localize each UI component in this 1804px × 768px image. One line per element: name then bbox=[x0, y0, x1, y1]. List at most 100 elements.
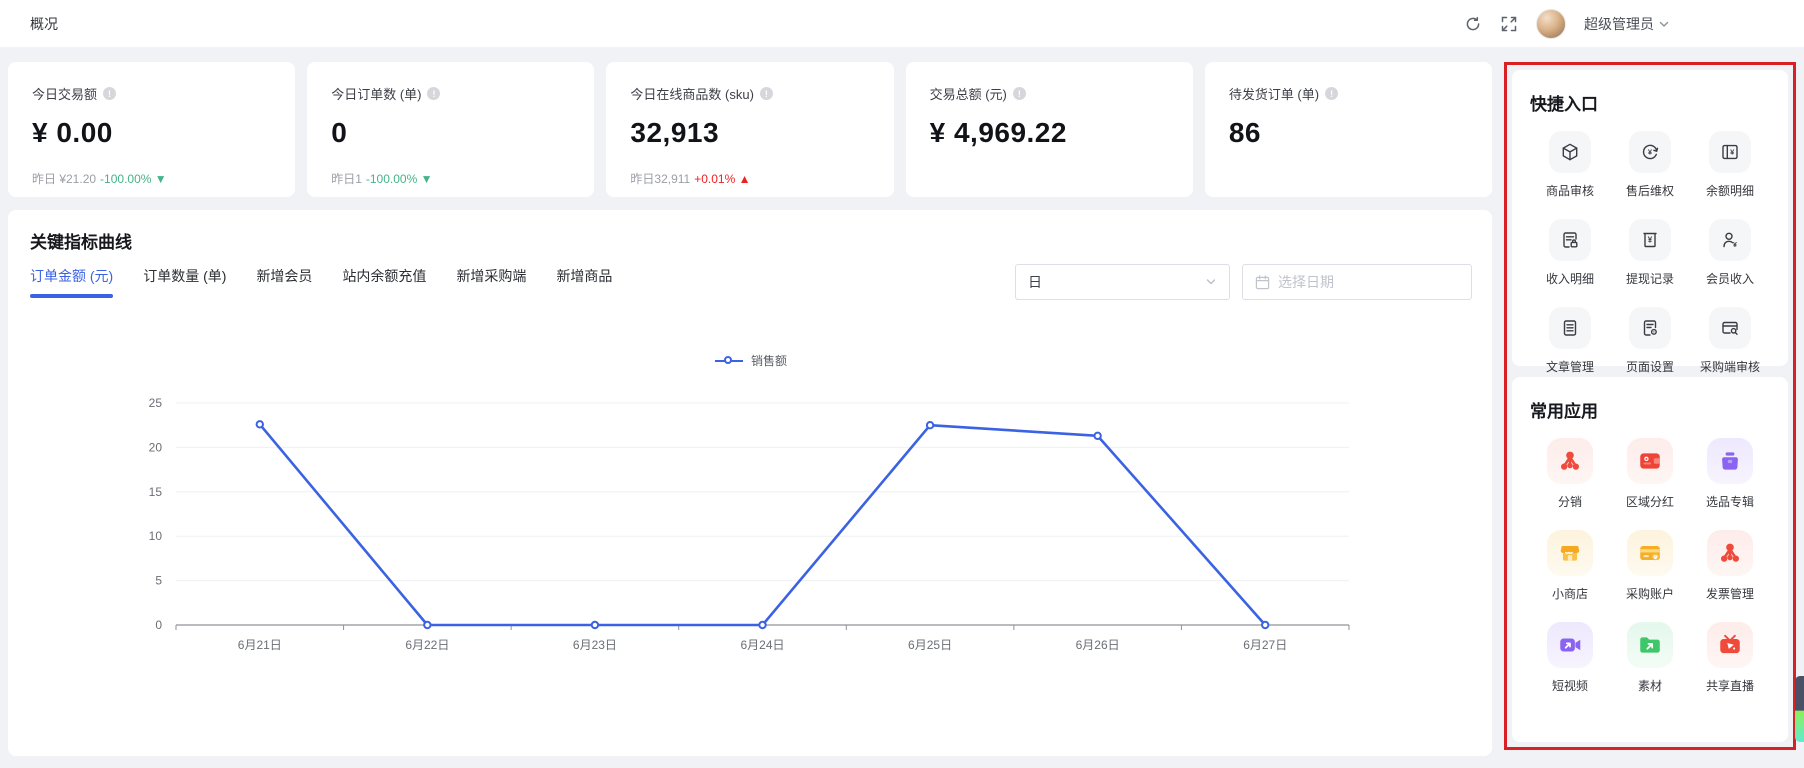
stat-value: 0 bbox=[331, 117, 570, 149]
app-item-regional-dividend[interactable]: 区域分红 bbox=[1610, 438, 1690, 510]
stat-title: 待发货订单 (单) bbox=[1229, 84, 1319, 103]
svg-text:6月23日: 6月23日 bbox=[573, 638, 617, 652]
period-select-value: 日 bbox=[1028, 272, 1042, 292]
stat-title: 今日订单数 (单) bbox=[331, 84, 421, 103]
tab-new-purchasers[interactable]: 新增采购端 bbox=[456, 266, 526, 298]
line-chart: 05101520256月21日6月22日6月23日6月24日6月25日6月26日… bbox=[30, 373, 1472, 665]
refund-cycle-icon: ¥ bbox=[1640, 142, 1660, 162]
app-item-invoice-management[interactable]: 发票管理 bbox=[1690, 530, 1770, 602]
balance-book-icon: ¥ bbox=[1720, 142, 1740, 162]
stat-change: +0.01% ▲ bbox=[694, 172, 750, 186]
refresh-icon[interactable] bbox=[1464, 15, 1482, 33]
period-select[interactable]: 日 bbox=[1015, 264, 1230, 300]
topbar-right: 超级管理员 bbox=[1464, 9, 1670, 39]
stat-value: 86 bbox=[1229, 117, 1468, 149]
share-network-icon bbox=[1717, 540, 1743, 566]
calendar-icon bbox=[1255, 275, 1270, 290]
stat-yesterday: 昨日1 bbox=[331, 172, 362, 186]
tab-balance-recharge[interactable]: 站内余额充值 bbox=[342, 266, 426, 298]
quick-entry-item-aftersale[interactable]: ¥ 售后维权 bbox=[1610, 131, 1690, 199]
main-content: 今日交易额! ¥ 0.00 昨日 ¥21.20 -100.00% ▼ 今日订单数 … bbox=[0, 48, 1804, 756]
svg-text:6月26日: 6月26日 bbox=[1076, 638, 1120, 652]
stat-value: 32,913 bbox=[630, 117, 869, 149]
shop-icon bbox=[1557, 540, 1583, 566]
topbar: 概况 超级管理员 bbox=[0, 0, 1804, 48]
quick-entry-item-balance-detail[interactable]: ¥ 余额明细 bbox=[1690, 131, 1770, 199]
svg-text:¥: ¥ bbox=[1733, 242, 1737, 249]
info-icon[interactable]: ! bbox=[1325, 87, 1338, 100]
tab-order-count[interactable]: 订单数量 (单) bbox=[143, 266, 226, 298]
chevron-down-icon bbox=[1658, 18, 1670, 30]
info-icon[interactable]: ! bbox=[760, 87, 773, 100]
svg-text:6月24日: 6月24日 bbox=[740, 638, 784, 652]
stat-yesterday: 昨日32,911 bbox=[630, 172, 690, 186]
tab-new-products[interactable]: 新增商品 bbox=[556, 266, 612, 298]
article-icon bbox=[1560, 318, 1580, 338]
cube-icon bbox=[1560, 142, 1580, 162]
app-item-small-shop[interactable]: 小商店 bbox=[1530, 530, 1610, 602]
stat-card-online-sku: 今日在线商品数 (sku)! 32,913 昨日32,911 +0.01% ▲ bbox=[606, 62, 893, 197]
info-icon[interactable]: ! bbox=[427, 87, 440, 100]
svg-text:6月27日: 6月27日 bbox=[1243, 638, 1287, 652]
app-item-product-album[interactable]: 选品专辑 bbox=[1690, 438, 1770, 510]
stat-change: -100.00% ▼ bbox=[366, 172, 433, 186]
chart-title: 关键指标曲线 bbox=[30, 228, 1472, 252]
svg-text:10: 10 bbox=[149, 529, 163, 543]
svg-text:¥: ¥ bbox=[1648, 148, 1653, 157]
card-search-icon bbox=[1720, 318, 1740, 338]
video-camera-icon bbox=[1557, 632, 1583, 658]
quick-entry-item-purchaser-review[interactable]: 采购端审核 bbox=[1690, 307, 1770, 375]
edge-scroll-widget[interactable] bbox=[1795, 676, 1804, 742]
app-item-shared-live[interactable]: 共享直播 bbox=[1690, 622, 1770, 694]
left-column: 今日交易额! ¥ 0.00 昨日 ¥21.20 -100.00% ▼ 今日订单数 … bbox=[8, 62, 1492, 756]
stat-card-total-transactions: 交易总额 (元)! ¥ 4,969.22 bbox=[906, 62, 1193, 197]
quick-entry-item-article-management[interactable]: 文章管理 bbox=[1530, 307, 1610, 375]
app-item-short-video[interactable]: 短视频 bbox=[1530, 622, 1610, 694]
purchase-card-icon bbox=[1637, 540, 1663, 566]
stat-card-today-transactions: 今日交易额! ¥ 0.00 昨日 ¥21.20 -100.00% ▼ bbox=[8, 62, 295, 197]
svg-text:20: 20 bbox=[149, 440, 163, 454]
common-apps-grid: 分销 区域分红 bbox=[1530, 438, 1770, 694]
legend-line-marker-icon bbox=[715, 355, 743, 367]
svg-text:6月22日: 6月22日 bbox=[405, 638, 449, 652]
product-bag-icon bbox=[1717, 448, 1743, 474]
tab-new-members[interactable]: 新增会员 bbox=[256, 266, 312, 298]
income-doc-lock-icon bbox=[1560, 230, 1580, 250]
fullscreen-icon[interactable] bbox=[1500, 15, 1518, 33]
quick-entry-item-member-income[interactable]: ¥ 会员收入 bbox=[1690, 219, 1770, 287]
quick-entry-item-product-review[interactable]: 商品审核 bbox=[1530, 131, 1610, 199]
legend-label: 销售额 bbox=[751, 352, 787, 369]
svg-text:6月21日: 6月21日 bbox=[238, 638, 282, 652]
quick-entry-panel: 快捷入口 商品审核 ¥ 售后维权 bbox=[1512, 70, 1788, 366]
stat-title: 今日交易额 bbox=[32, 84, 97, 103]
avatar[interactable] bbox=[1536, 9, 1566, 39]
app-item-purchase-account[interactable]: 采购账户 bbox=[1610, 530, 1690, 602]
quick-entry-item-income-detail[interactable]: 收入明细 bbox=[1530, 219, 1610, 287]
quick-entry-grid: 商品审核 ¥ 售后维权 ¥ 余额明细 bbox=[1530, 131, 1770, 375]
user-menu[interactable]: 超级管理员 bbox=[1584, 14, 1670, 34]
page-title: 概况 bbox=[30, 14, 58, 34]
stat-change: -100.00% ▼ bbox=[100, 172, 167, 186]
folder-arrow-icon bbox=[1637, 632, 1663, 658]
chart-legend-sales[interactable]: 销售额 bbox=[30, 352, 1472, 369]
stat-value: ¥ 4,969.22 bbox=[930, 117, 1169, 149]
wallet-icon bbox=[1637, 448, 1663, 474]
app-item-materials[interactable]: 素材 bbox=[1610, 622, 1690, 694]
quick-entry-item-page-settings[interactable]: 页面设置 bbox=[1610, 307, 1690, 375]
date-picker-input[interactable]: 选择日期 bbox=[1242, 264, 1472, 300]
svg-text:0: 0 bbox=[155, 618, 162, 632]
tab-order-amount[interactable]: 订单金额 (元) bbox=[30, 266, 113, 298]
chevron-down-icon bbox=[1205, 276, 1217, 288]
stat-title: 今日在线商品数 (sku) bbox=[630, 84, 754, 103]
svg-text:¥: ¥ bbox=[1730, 148, 1735, 157]
stat-yesterday: 昨日 ¥21.20 bbox=[32, 172, 96, 186]
info-icon[interactable]: ! bbox=[1013, 87, 1026, 100]
app-item-distribution[interactable]: 分销 bbox=[1530, 438, 1610, 510]
common-apps-title: 常用应用 bbox=[1530, 397, 1770, 422]
info-icon[interactable]: ! bbox=[103, 87, 116, 100]
stat-value: ¥ 0.00 bbox=[32, 117, 271, 149]
stat-card-row: 今日交易额! ¥ 0.00 昨日 ¥21.20 -100.00% ▼ 今日订单数 … bbox=[8, 62, 1492, 197]
share-network-icon bbox=[1557, 448, 1583, 474]
quick-entry-item-withdraw-records[interactable]: ¥ 提现记录 bbox=[1610, 219, 1690, 287]
stat-card-pending-shipments: 待发货订单 (单)! 86 bbox=[1205, 62, 1492, 197]
